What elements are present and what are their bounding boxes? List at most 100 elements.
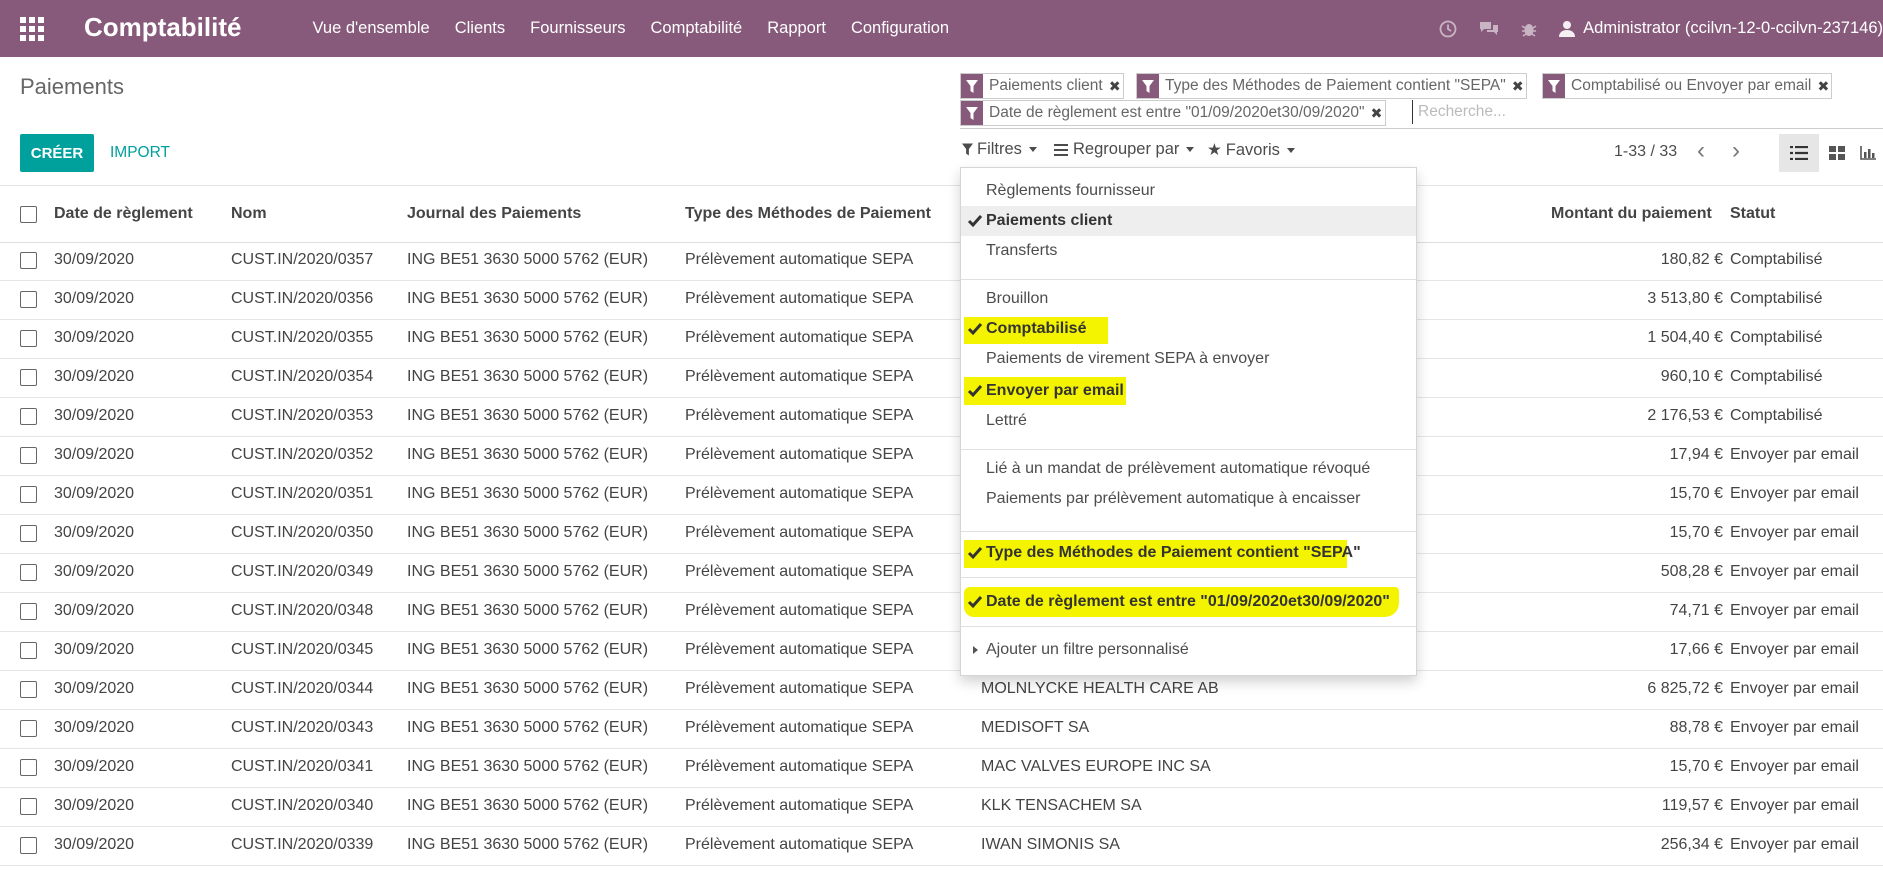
filter-item-customer-payments[interactable]: Paiements client (961, 206, 1416, 236)
cell-journal: ING BE51 3630 5000 5762 (EUR) (407, 797, 649, 814)
row-checkbox[interactable] (20, 525, 37, 542)
table-row[interactable]: 30/09/2020 CUST.IN/2020/0354 ING BE51 3630… (0, 358, 1883, 398)
filter-item-sepa-transfers[interactable]: Paiements de virement SEPA à envoyer (961, 344, 1416, 374)
column-header-journal[interactable]: Journal des Paiements (407, 205, 581, 223)
search-input[interactable] (1412, 100, 1838, 124)
facet-label: Comptabilisé ou Envoyer par email (1571, 77, 1812, 94)
groupby-dropdown-button[interactable]: Regrouper par (1054, 140, 1195, 159)
pager-value[interactable]: 1-33 / 33 (1614, 143, 1677, 161)
chat-icon[interactable] (1479, 20, 1499, 38)
filter-item-revoked-mandate[interactable]: Lié à un mandat de prélèvement automatiq… (961, 454, 1416, 484)
column-header-date[interactable]: Date de règlement (54, 205, 193, 223)
top-navbar: Comptabilité Vue d'ensemble Clients Four… (0, 0, 1883, 57)
table-row[interactable]: 30/09/2020 CUST.IN/2020/0339 ING BE51 3630… (0, 826, 1883, 866)
row-checkbox[interactable] (20, 720, 37, 737)
table-row[interactable]: 30/09/2020 CUST.IN/2020/0348 ING BE51 3630… (0, 592, 1883, 632)
table-row[interactable]: 30/09/2020 CUST.IN/2020/0351 ING BE51 3630… (0, 475, 1883, 515)
row-checkbox[interactable] (20, 291, 37, 308)
table-row[interactable]: 30/09/2020 CUST.IN/2020/0343 ING BE51 3630… (0, 709, 1883, 749)
table-row[interactable]: 30/09/2020 CUST.IN/2020/0357 ING BE51 3630… (0, 241, 1883, 281)
filter-icon (1137, 74, 1159, 98)
user-menu[interactable]: Administrator (ccilvn-12-0-ccilvn-237146… (1559, 19, 1883, 38)
cell-method-type: Prélèvement automatique SEPA (685, 602, 914, 619)
add-custom-filter[interactable]: Ajouter un filtre personnalisé (961, 635, 1416, 665)
cell-date: 30/09/2020 (54, 368, 135, 385)
remove-facet-icon[interactable]: ✖ (1107, 74, 1123, 98)
cell-journal: ING BE51 3630 5000 5762 (EUR) (407, 836, 649, 853)
row-checkbox[interactable] (20, 642, 37, 659)
cell-method-type: Prélèvement automatique SEPA (685, 485, 914, 502)
filter-item-supplier-payments[interactable]: Règlements fournisseur (961, 176, 1416, 206)
table-row[interactable]: 30/09/2020 CUST.IN/2020/0352 ING BE51 3630… (0, 436, 1883, 476)
column-header-status[interactable]: Statut (1730, 205, 1775, 223)
row-checkbox[interactable] (20, 408, 37, 425)
column-header-amount[interactable]: Montant du paiement (1551, 205, 1712, 223)
groupby-label: Regrouper par (1073, 140, 1180, 158)
create-button[interactable]: CRÉER (20, 134, 94, 172)
menu-item-configuration[interactable]: Configuration (838, 0, 961, 57)
graph-view-button[interactable] (1853, 134, 1883, 172)
row-checkbox[interactable] (20, 252, 37, 269)
menu-divider (961, 279, 1416, 280)
kanban-view-button[interactable] (1817, 134, 1857, 172)
menu-item-reporting[interactable]: Rapport (755, 0, 839, 57)
row-checkbox[interactable] (20, 486, 37, 503)
row-checkbox[interactable] (20, 798, 37, 815)
menu-item-suppliers[interactable]: Fournisseurs (518, 0, 638, 57)
filter-item-method-type-sepa[interactable]: Type des Méthodes de Paiement contient "… (961, 538, 1416, 568)
clock-icon[interactable] (1439, 20, 1457, 38)
filter-item-direct-debit-to-collect[interactable]: Paiements par prélèvement automatique à … (961, 484, 1416, 514)
apps-icon[interactable] (20, 17, 44, 41)
kanban-view-icon (1829, 146, 1845, 160)
cell-date: 30/09/2020 (54, 602, 135, 619)
filters-label: Filtres (977, 140, 1022, 158)
cell-name: CUST.IN/2020/0353 (231, 407, 374, 424)
cell-method-type: Prélèvement automatique SEPA (685, 641, 914, 658)
remove-facet-icon[interactable]: ✖ (1369, 101, 1385, 125)
table-row[interactable]: 30/09/2020 CUST.IN/2020/0353 ING BE51 3630… (0, 397, 1883, 437)
row-checkbox[interactable] (20, 369, 37, 386)
select-all-checkbox[interactable] (20, 206, 37, 223)
row-checkbox[interactable] (20, 603, 37, 620)
favorites-dropdown-button[interactable]: ★ Favoris (1207, 140, 1295, 160)
row-checkbox[interactable] (20, 681, 37, 698)
table-row[interactable]: 30/09/2020 CUST.IN/2020/0341 ING BE51 3630… (0, 748, 1883, 788)
pager-previous-icon[interactable]: ‹ (1697, 137, 1705, 165)
row-checkbox[interactable] (20, 837, 37, 854)
remove-facet-icon[interactable]: ✖ (1510, 74, 1526, 98)
list-view-button[interactable] (1779, 134, 1819, 172)
table-row[interactable]: 30/09/2020 CUST.IN/2020/0350 ING BE51 3630… (0, 514, 1883, 554)
table-row[interactable]: 30/09/2020 CUST.IN/2020/0349 ING BE51 3630… (0, 553, 1883, 593)
remove-facet-icon[interactable]: ✖ (1815, 74, 1831, 98)
row-checkbox[interactable] (20, 330, 37, 347)
filter-item-draft[interactable]: Brouillon (961, 284, 1416, 314)
filter-item-send-email[interactable]: Envoyer par email (961, 376, 1416, 406)
pager-next-icon[interactable]: › (1732, 137, 1740, 165)
filter-item-transfers[interactable]: Transferts (961, 236, 1416, 266)
menu-item-accounting[interactable]: Comptabilité (638, 0, 755, 57)
filters-dropdown-button[interactable]: Filtres (962, 140, 1037, 159)
table-row[interactable]: 30/09/2020 CUST.IN/2020/0355 ING BE51 3630… (0, 319, 1883, 359)
cell-amount: 1 504,40 € (1647, 329, 1723, 346)
cell-amount: 3 513,80 € (1647, 290, 1723, 307)
row-checkbox[interactable] (20, 564, 37, 581)
column-header-name[interactable]: Nom (231, 205, 267, 223)
filter-item-date-range[interactable]: Date de règlement est entre "01/09/2020e… (961, 587, 1416, 617)
table-row[interactable]: 30/09/2020 CUST.IN/2020/0356 ING BE51 3630… (0, 280, 1883, 320)
import-button[interactable]: IMPORT (110, 134, 170, 172)
column-header-method-type[interactable]: Type des Méthodes de Paiement (685, 205, 931, 223)
row-checkbox[interactable] (20, 447, 37, 464)
filter-item-posted[interactable]: Comptabilisé (961, 314, 1416, 344)
cell-status: Comptabilisé (1730, 290, 1823, 307)
menu-item-overview[interactable]: Vue d'ensemble (300, 0, 442, 57)
menu-item-clients[interactable]: Clients (442, 0, 517, 57)
bug-icon[interactable] (1521, 20, 1537, 38)
cell-status: Envoyer par email (1730, 641, 1859, 658)
table-row[interactable]: 30/09/2020 CUST.IN/2020/0344 ING BE51 3630… (0, 670, 1883, 710)
filter-item-reconciled[interactable]: Lettré (961, 406, 1416, 436)
row-checkbox[interactable] (20, 759, 37, 776)
table-row[interactable]: 30/09/2020 CUST.IN/2020/0345 ING BE51 3630… (0, 631, 1883, 671)
cell-date: 30/09/2020 (54, 485, 135, 502)
app-title[interactable]: Comptabilité (84, 12, 241, 43)
table-row[interactable]: 30/09/2020 CUST.IN/2020/0340 ING BE51 3630… (0, 787, 1883, 827)
